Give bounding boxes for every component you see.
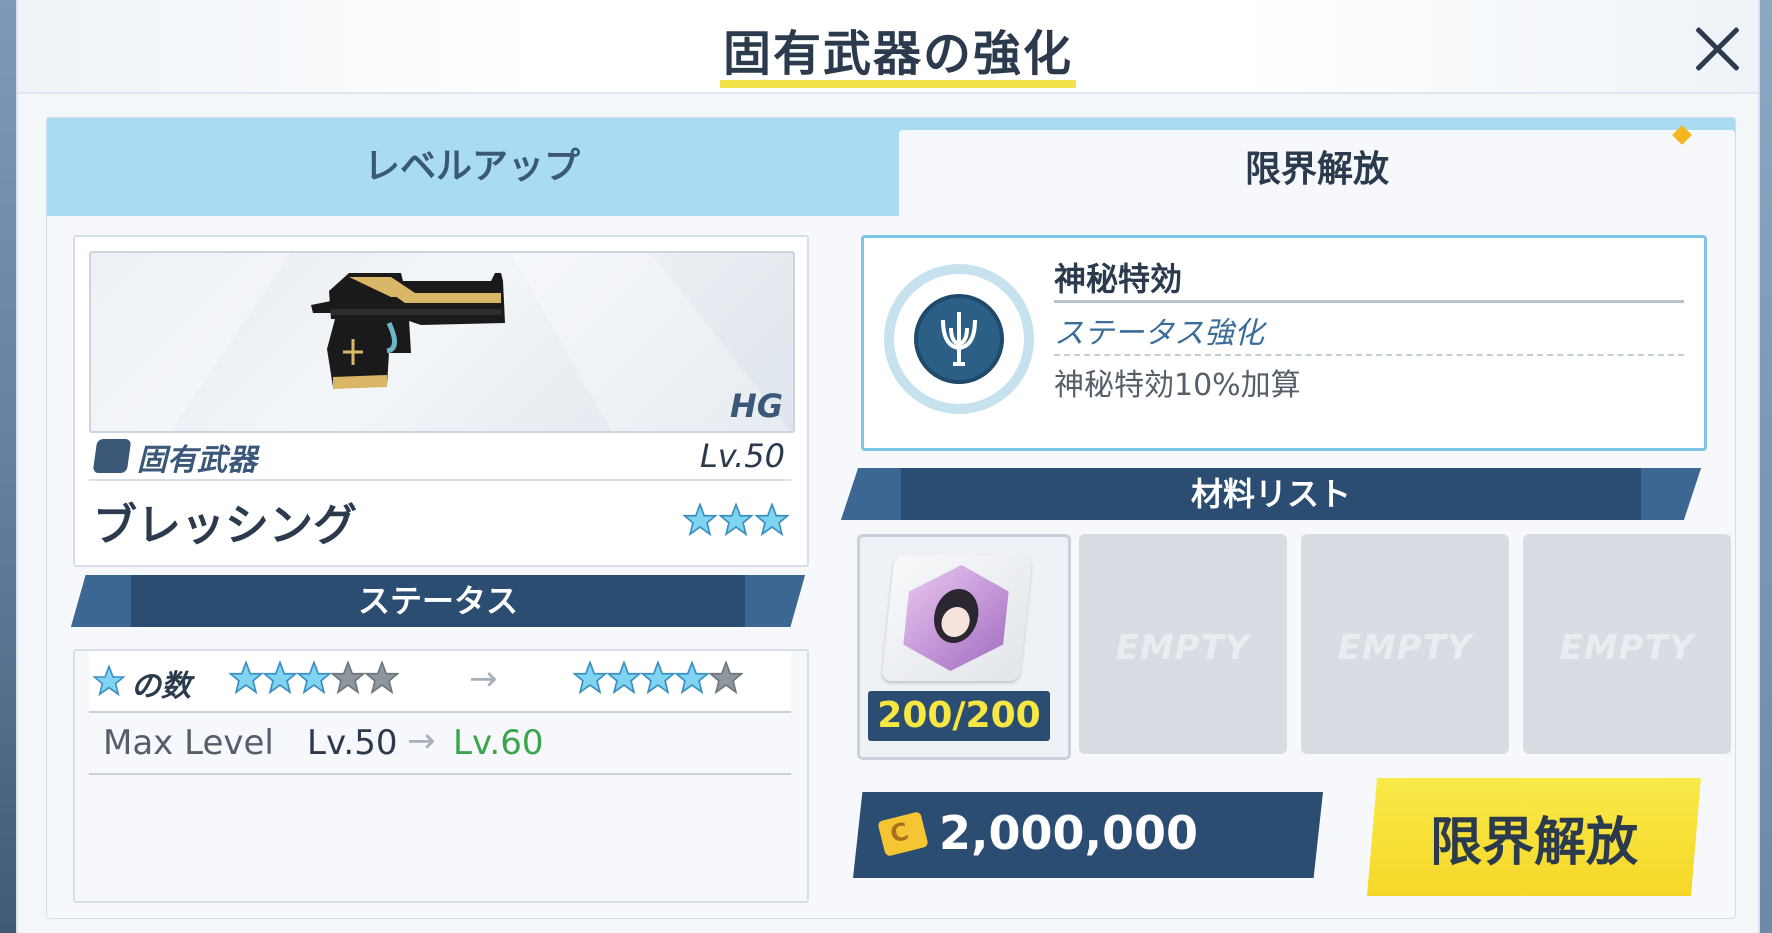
title-underline	[720, 80, 1076, 88]
star-icon	[92, 664, 126, 701]
material-hex	[900, 565, 1011, 671]
star-filled-icon	[572, 659, 608, 699]
arrow-right-icon: →	[469, 659, 498, 699]
empty-label: EMPTY	[1337, 628, 1473, 668]
dialog-title: 固有武器の強化	[722, 26, 1073, 82]
star-count-row: の数 →	[89, 651, 791, 713]
effect-card: 神秘特効 ステータス強化 神秘特効10%加算	[861, 235, 1707, 451]
star-filled-icon	[296, 659, 332, 699]
star-filled-icon	[718, 501, 754, 541]
empty-label: EMPTY	[1115, 628, 1251, 668]
close-icon[interactable]	[1686, 18, 1748, 80]
header-stripe	[71, 575, 131, 627]
star-empty-icon	[708, 659, 744, 699]
status-box: の数 → Max Level Lv.50 → Lv.60	[73, 649, 809, 903]
star-filled-icon	[262, 659, 298, 699]
header-stripe	[841, 468, 901, 520]
tab-bar: レベルアップ 限界解放	[47, 118, 1735, 220]
pistol-icon	[91, 253, 791, 431]
material-slot-empty: EMPTY	[1079, 534, 1287, 754]
weapon-type-row: 固有武器 Lv.50	[89, 433, 791, 481]
star-count-label: の数	[131, 669, 191, 704]
credit-icon	[877, 811, 929, 857]
material-slot-empty: EMPTY	[1523, 534, 1731, 754]
weapon-card: HG 固有武器 Lv.50 ブレッシング	[73, 235, 809, 567]
max-level-row: Max Level Lv.50 → Lv.60	[89, 713, 791, 775]
effect-title: 神秘特効	[1054, 260, 1183, 298]
material-item-image	[881, 555, 1033, 681]
limit-break-button-label: 限界解放	[1429, 813, 1638, 873]
weapon-category: HG	[729, 387, 783, 425]
weapon-type-label: 固有武器	[137, 443, 257, 478]
weapon-stars	[682, 501, 790, 541]
header-stripe	[745, 575, 805, 627]
max-level-label: Max Level	[103, 723, 274, 763]
divider	[1054, 354, 1684, 356]
material-count: 200/200	[868, 691, 1050, 741]
stars-before	[228, 659, 400, 699]
star-filled-icon	[228, 659, 264, 699]
empty-label: EMPTY	[1559, 628, 1695, 668]
unique-weapon-icon	[92, 439, 132, 473]
main-panel: レベルアップ 限界解放 HG 固有武器 Lv.50 ブレッシング ステータス の…	[46, 117, 1736, 919]
tab-level-up[interactable]: レベルアップ	[47, 118, 897, 216]
weapon-enhance-dialog: 固有武器の強化 レベルアップ 限界解放 HG 固有武器 Lv.50 ブレッシング…	[16, 0, 1760, 933]
star-empty-icon	[330, 659, 366, 699]
max-level-from: Lv.50	[307, 723, 398, 763]
effect-subtitle: ステータス強化	[1054, 316, 1264, 351]
limit-break-button[interactable]: 限界解放	[1367, 778, 1701, 896]
status-header-label: ステータス	[357, 582, 518, 620]
material-slot-empty: EMPTY	[1301, 534, 1509, 754]
title-bar: 固有武器の強化	[18, 0, 1758, 94]
star-filled-icon	[640, 659, 676, 699]
header-stripe	[1641, 468, 1701, 520]
weapon-level: Lv.50	[699, 437, 785, 475]
effect-description: 神秘特効10%加算	[1054, 368, 1301, 403]
materials-header-label: 材料リスト	[1190, 475, 1351, 513]
star-filled-icon	[606, 659, 642, 699]
materials-header: 材料リスト	[841, 468, 1701, 520]
character-face-icon	[931, 589, 981, 643]
credit-cost-bar: 2,000,000	[853, 792, 1323, 878]
material-slot[interactable]: 200/200	[857, 534, 1071, 760]
tab-limit-break[interactable]: 限界解放	[899, 130, 1735, 220]
trident-icon	[914, 294, 1004, 384]
stars-after	[572, 659, 744, 699]
star-filled-icon	[682, 501, 718, 541]
star-empty-icon	[364, 659, 400, 699]
weapon-image: HG	[89, 251, 795, 433]
star-filled-icon	[674, 659, 710, 699]
divider	[1054, 300, 1684, 303]
arrow-right-icon: →	[407, 721, 436, 761]
star-filled-icon	[754, 501, 790, 541]
credit-cost: 2,000,000	[939, 806, 1198, 860]
max-level-to: Lv.60	[453, 723, 544, 763]
weapon-name: ブレッシング	[93, 500, 357, 551]
status-header: ステータス	[71, 575, 805, 627]
